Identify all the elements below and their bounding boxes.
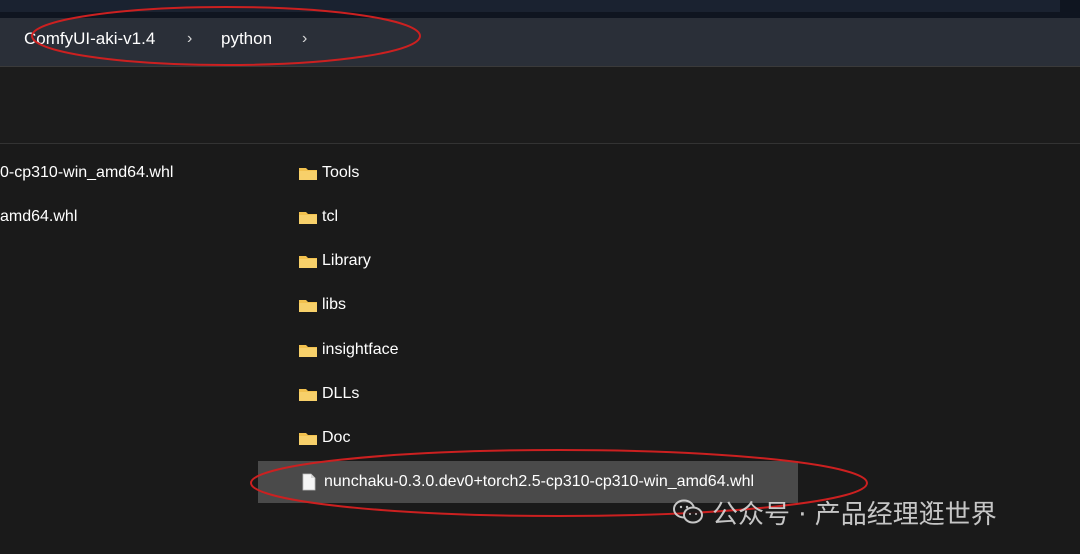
file-name-truncated[interactable]: 0-cp310-win_amd64.whl — [0, 164, 173, 182]
folder-label: Tools — [322, 164, 360, 181]
chevron-right-icon[interactable]: › — [187, 30, 192, 48]
watermark: 公众号 · 产品经理逛世界 — [672, 494, 997, 530]
watermark-text: 公众号 · 产品经理逛世界 — [712, 499, 997, 530]
wechat-icon — [673, 499, 703, 524]
folder-icon — [299, 168, 317, 180]
folder-icon — [299, 389, 317, 401]
command-area — [0, 67, 1080, 143]
folder-item-library[interactable]: Library — [298, 246, 371, 276]
window-top-strip — [0, 0, 1080, 18]
chevron-right-icon[interactable]: › — [302, 30, 307, 48]
folder-label: libs — [322, 296, 347, 313]
folder-label: DLLs — [322, 385, 360, 402]
folder-icon — [299, 256, 317, 268]
file-item-nunchaku-whl[interactable]: nunchaku-0.3.0.dev0+torch2.5-cp310-cp310… — [298, 467, 754, 497]
folder-item-doc[interactable]: Doc — [298, 423, 350, 453]
folder-label: Library — [322, 252, 371, 269]
file-label: nunchaku-0.3.0.dev0+torch2.5-cp310-cp310… — [324, 473, 755, 490]
breadcrumb-item-comfyui[interactable]: ComfyUI-aki-v1.4 — [24, 29, 155, 49]
folder-item-insightface[interactable]: insightface — [298, 335, 399, 365]
breadcrumb-item-python[interactable]: python — [221, 29, 272, 49]
folder-item-dlls[interactable]: DLLs — [298, 379, 359, 409]
folder-icon — [299, 212, 317, 224]
folder-icon — [299, 300, 317, 312]
folder-label: Doc — [322, 429, 351, 446]
folder-item-tcl[interactable]: tcl — [298, 202, 338, 232]
file-name-truncated[interactable]: amd64.whl — [0, 208, 77, 226]
folder-item-tools[interactable]: Tools — [298, 158, 359, 188]
folder-item-libs[interactable]: libs — [298, 290, 346, 320]
folder-icon — [299, 433, 317, 445]
folder-label: insightface — [322, 341, 399, 358]
address-bar[interactable]: ComfyUI-aki-v1.4 › python › — [0, 18, 1080, 67]
folder-label: tcl — [322, 208, 338, 225]
folder-icon — [299, 345, 317, 357]
file-icon — [302, 473, 316, 491]
